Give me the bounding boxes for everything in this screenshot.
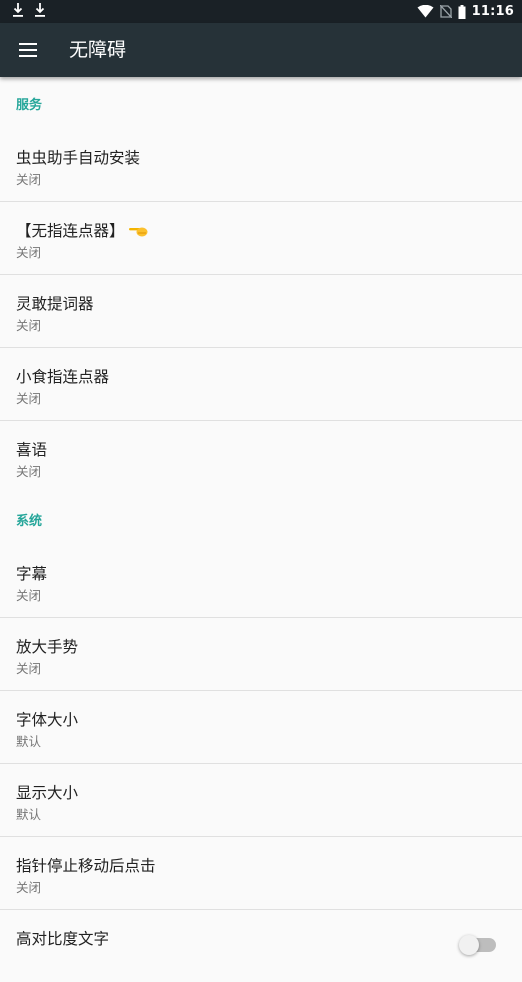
list-item-high-contrast[interactable]: 高对比度文字 (0, 910, 522, 982)
item-summary: 默认 (16, 734, 42, 749)
item-title: 字体大小 (16, 711, 79, 729)
list-item[interactable]: 指针停止移动后点击 关闭 (0, 837, 522, 909)
pointing-hand-icon (128, 223, 149, 241)
list-item[interactable]: 字幕 关闭 (0, 545, 522, 617)
item-summary: 关闭 (16, 661, 42, 676)
item-summary: 关闭 (16, 245, 42, 260)
list-item[interactable]: 灵敢提词器 关闭 (0, 275, 522, 347)
list-item[interactable]: 虫虫助手自动安装 关闭 (0, 129, 522, 201)
item-title: 高对比度文字 (16, 930, 110, 948)
settings-list: 服务 虫虫助手自动安装 关闭 【无指连点器】 关闭 灵敢提词器 关闭 小食指连点… (0, 77, 522, 982)
list-item[interactable]: 喜语 关闭 (0, 421, 522, 493)
item-title: 放大手势 (16, 638, 79, 656)
item-title: 字幕 (16, 565, 48, 583)
item-summary: 关闭 (16, 880, 42, 895)
menu-icon[interactable] (10, 32, 46, 68)
item-summary: 关闭 (16, 172, 42, 187)
no-sim-icon (439, 5, 452, 18)
item-title: 【无指连点器】 (16, 222, 125, 240)
toggle-knob (459, 935, 479, 955)
wifi-icon (417, 5, 434, 18)
list-item[interactable]: 字体大小 默认 (0, 691, 522, 763)
item-title: 指针停止移动后点击 (16, 857, 156, 875)
list-item[interactable]: 放大手势 关闭 (0, 618, 522, 690)
section-header-system: 系统 (16, 514, 43, 529)
item-title: 喜语 (16, 441, 48, 459)
battery-icon (458, 4, 466, 19)
section-header-services: 服务 (16, 98, 43, 113)
item-summary: 关闭 (16, 464, 42, 479)
status-time: 11:16 (471, 4, 514, 19)
download-icon (12, 2, 24, 18)
list-item[interactable]: 小食指连点器 关闭 (0, 348, 522, 420)
item-title: 显示大小 (16, 784, 79, 802)
item-title-row: 【无指连点器】 (16, 219, 149, 241)
page-title: 无障碍 (69, 39, 127, 61)
item-summary: 关闭 (16, 318, 42, 333)
item-title: 虫虫助手自动安装 (16, 149, 141, 167)
item-title: 灵敢提词器 (16, 295, 94, 313)
item-summary: 默认 (16, 807, 42, 822)
high-contrast-toggle[interactable] (459, 935, 496, 955)
app-toolbar: 无障碍 (0, 23, 522, 77)
item-summary: 关闭 (16, 588, 42, 603)
item-summary: 关闭 (16, 391, 42, 406)
status-bar: 11:16 (0, 0, 522, 23)
list-item[interactable]: 显示大小 默认 (0, 764, 522, 836)
download-icon (34, 2, 46, 18)
item-title: 小食指连点器 (16, 368, 110, 386)
list-item[interactable]: 【无指连点器】 关闭 (0, 202, 522, 274)
